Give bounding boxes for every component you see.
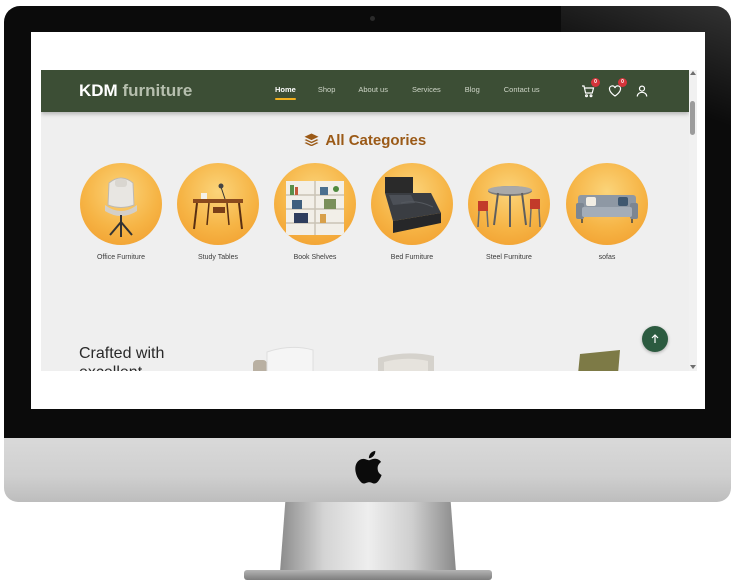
nav-link-contact[interactable]: Contact us	[504, 85, 540, 94]
back-to-top-button[interactable]	[642, 326, 668, 352]
apple-logo-icon	[353, 449, 383, 485]
imac-mockup: KDM furniture Home Shop About us Service…	[0, 0, 736, 587]
category-image-sofa[interactable]	[566, 163, 648, 245]
cart-icon[interactable]: 0	[581, 78, 600, 98]
category-label: Office Furniture	[96, 254, 146, 261]
crafted-heading-line2: excellent	[79, 363, 164, 371]
product-image-chair-white[interactable]	[253, 346, 323, 371]
page-scrollbar[interactable]	[689, 70, 697, 371]
scroll-down-arrow-icon[interactable]	[690, 365, 696, 369]
category-label: sofas	[598, 254, 616, 261]
nav-link-blog[interactable]: Blog	[465, 85, 480, 94]
nav-icons: 0 0	[579, 78, 659, 102]
brand-sub: furniture	[122, 81, 193, 100]
category-bed-furniture[interactable]: Bed Furniture	[371, 163, 453, 261]
active-nav-underline	[275, 98, 296, 100]
category-image-study-table[interactable]	[177, 163, 259, 245]
nav-link-about[interactable]: About us	[358, 85, 388, 94]
category-label: Study Tables	[198, 254, 238, 261]
nav-link-shop[interactable]: Shop	[318, 85, 336, 94]
category-image-steel-table[interactable]	[468, 163, 550, 245]
category-label: Steel Furniture	[486, 254, 532, 261]
product-image-chair-green[interactable]	[576, 348, 624, 371]
monitor-foot	[244, 570, 492, 580]
site-navbar: KDM furniture Home Shop About us Service…	[41, 70, 689, 112]
heart-icon[interactable]: 0	[608, 78, 627, 98]
layers-icon	[304, 133, 319, 147]
category-study-tables[interactable]: Study Tables	[177, 163, 259, 261]
brand-main: KDM	[79, 81, 118, 100]
category-image-office-chair[interactable]	[80, 163, 162, 245]
category-sofas[interactable]: sofas	[566, 163, 648, 261]
nav-link-home[interactable]: Home	[275, 85, 296, 100]
category-label: Book Shelves	[293, 254, 337, 261]
camera-icon	[370, 16, 375, 21]
category-book-shelves[interactable]: Book Shelves	[274, 163, 356, 261]
category-image-bed[interactable]	[371, 163, 453, 245]
categories-title: All Categories	[325, 132, 427, 149]
cart-count-badge: 0	[591, 78, 600, 87]
user-icon[interactable]	[635, 84, 649, 98]
brand-logo[interactable]: KDM furniture	[79, 81, 192, 101]
monitor-stand	[280, 502, 456, 572]
category-office-furniture[interactable]: Office Furniture	[80, 163, 162, 261]
nav-link-services[interactable]: Services	[412, 85, 441, 94]
category-image-book-shelf[interactable]	[274, 163, 356, 245]
nav-links: Home Shop About us Services Blog Contact…	[275, 85, 540, 100]
scrollbar-thumb[interactable]	[690, 101, 695, 135]
browser-viewport: KDM furniture Home Shop About us Service…	[41, 70, 689, 371]
arrow-up-icon	[651, 334, 659, 343]
categories-heading: All Categories	[41, 132, 689, 149]
category-label: Bed Furniture	[390, 254, 434, 261]
screen: KDM furniture Home Shop About us Service…	[31, 32, 705, 409]
category-steel-furniture[interactable]: Steel Furniture	[468, 163, 550, 261]
product-image-chair-grey[interactable]	[376, 352, 438, 371]
wishlist-count-badge: 0	[618, 78, 627, 87]
crafted-heading: Crafted with excellent	[79, 344, 164, 371]
scroll-up-arrow-icon[interactable]	[690, 71, 696, 75]
crafted-heading-line1: Crafted with	[79, 345, 165, 362]
